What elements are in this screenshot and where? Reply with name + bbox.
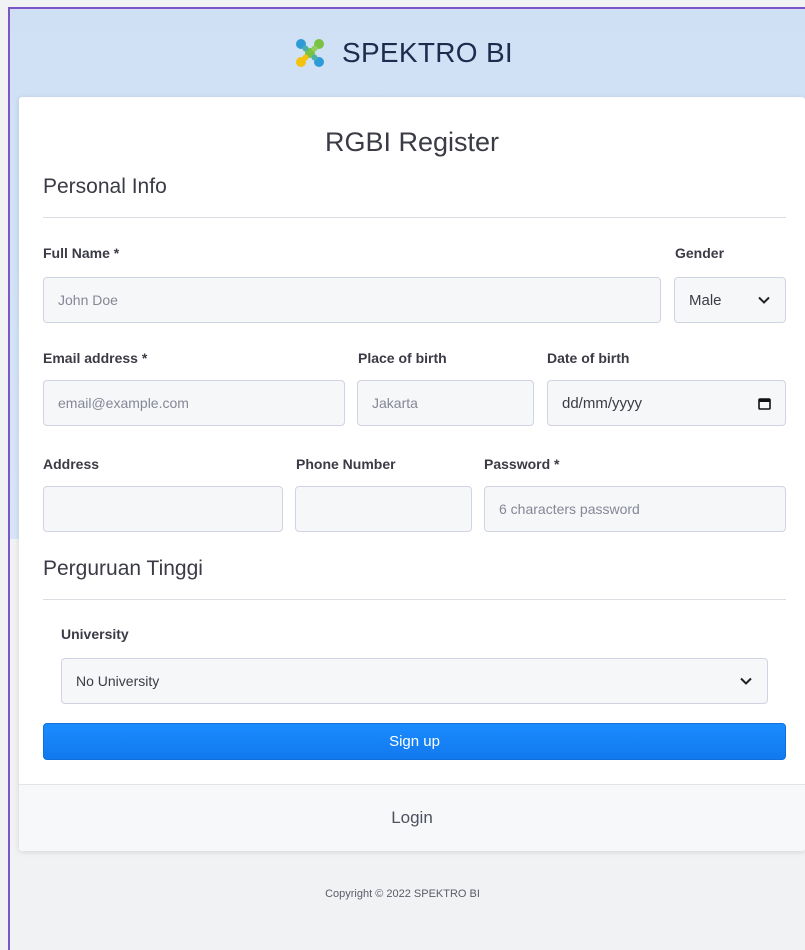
- chevron-down-icon: [758, 296, 770, 304]
- password-placeholder: 6 characters password: [499, 501, 640, 517]
- university-selected: No University: [76, 673, 160, 689]
- section-personal-info: Personal Info: [43, 175, 167, 198]
- phone-label: Phone Number: [296, 456, 396, 472]
- gender-label: Gender: [675, 245, 725, 261]
- date-of-birth-label: Date of birth: [547, 350, 630, 366]
- place-of-birth-placeholder: Jakarta: [372, 395, 418, 411]
- password-label: Password *: [484, 456, 560, 472]
- spektro-cross-logo-icon: [295, 39, 324, 67]
- address-label: Address: [43, 456, 100, 472]
- full-name-input[interactable]: John Doe: [43, 277, 661, 323]
- login-link[interactable]: Login: [391, 808, 433, 828]
- form-title: RGBI Register: [324, 127, 500, 157]
- full-name-placeholder: John Doe: [58, 292, 118, 308]
- section-divider: [43, 599, 786, 600]
- full-name-label: Full Name *: [43, 245, 120, 261]
- calendar-icon[interactable]: [758, 397, 771, 410]
- brand-name: SPEKTRO BI: [341, 37, 514, 68]
- chevron-down-icon: [740, 677, 752, 685]
- date-of-birth-input[interactable]: dd/mm/yyyy: [547, 380, 786, 426]
- email-label: Email address *: [43, 350, 148, 366]
- copyright-text: Copyright © 2022 SPEKTRO BI: [325, 888, 480, 900]
- university-select[interactable]: No University: [61, 658, 768, 704]
- place-of-birth-input[interactable]: Jakarta: [357, 380, 534, 426]
- register-card: RGBI Register Personal Info Full Name * …: [19, 97, 805, 851]
- section-perguruan-tinggi: Perguruan Tinggi: [43, 557, 203, 580]
- sign-up-button[interactable]: Sign up: [43, 723, 786, 760]
- date-of-birth-placeholder: dd/mm/yyyy: [562, 394, 643, 412]
- section-divider: [43, 217, 786, 218]
- address-input[interactable]: [43, 486, 283, 532]
- phone-input[interactable]: [295, 486, 472, 532]
- gender-selected: Male: [689, 291, 722, 309]
- card-footer: Login: [19, 784, 805, 851]
- password-input[interactable]: 6 characters password: [484, 486, 786, 532]
- email-placeholder: email@example.com: [58, 395, 189, 411]
- university-label: University: [61, 626, 129, 642]
- brand-header: SPEKTRO BI: [0, 9, 805, 97]
- place-of-birth-label: Place of birth: [358, 350, 447, 366]
- gender-select[interactable]: Male: [674, 277, 786, 323]
- email-input[interactable]: email@example.com: [43, 380, 345, 426]
